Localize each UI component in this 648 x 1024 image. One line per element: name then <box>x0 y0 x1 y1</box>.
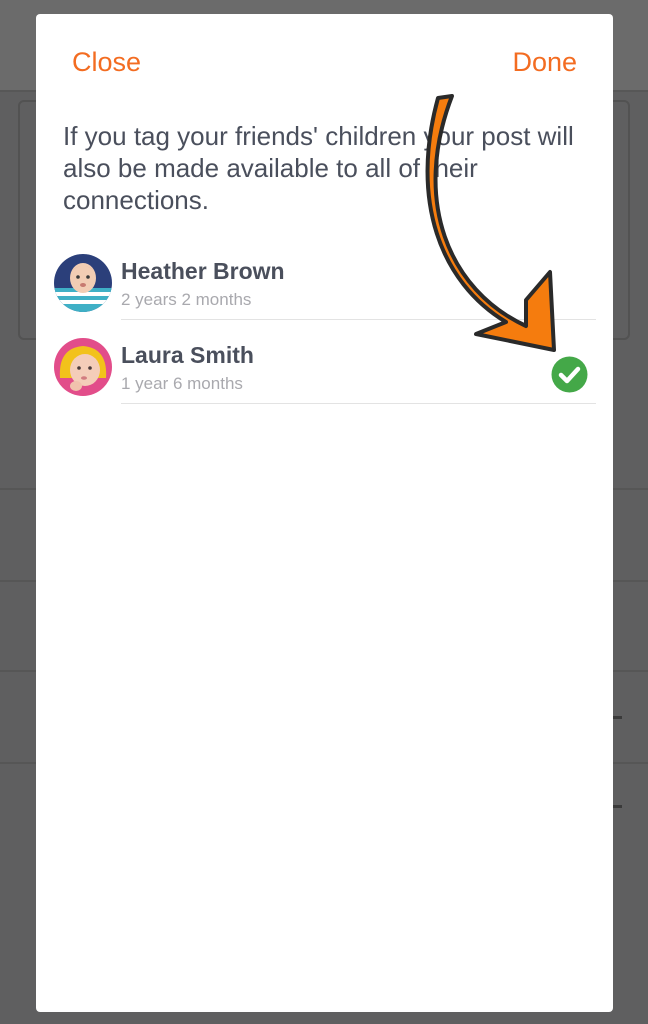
child-row-laura-smith[interactable]: Laura Smith 1 year 6 months <box>54 336 596 420</box>
child-row-heather-brown[interactable]: Heather Brown 2 years 2 months <box>54 252 596 336</box>
children-list: Heather Brown 2 years 2 months Laura Smi… <box>54 252 596 420</box>
done-button[interactable]: Done <box>512 47 577 78</box>
avatar <box>54 254 112 312</box>
close-button[interactable]: Close <box>72 47 141 78</box>
check-circle-icon[interactable] <box>551 356 588 393</box>
intro-text: If you tag your friends' children your p… <box>63 121 574 215</box>
child-name: Heather Brown <box>121 258 285 284</box>
child-row-text: Laura Smith 1 year 6 months <box>121 336 596 404</box>
child-age: 1 year 6 months <box>121 374 243 393</box>
tag-children-modal: Close Done If you tag your friends' chil… <box>36 14 613 1012</box>
child-row-text: Heather Brown 2 years 2 months <box>121 252 596 320</box>
child-age: 2 years 2 months <box>121 290 252 309</box>
avatar <box>54 338 112 396</box>
child-name: Laura Smith <box>121 342 254 368</box>
